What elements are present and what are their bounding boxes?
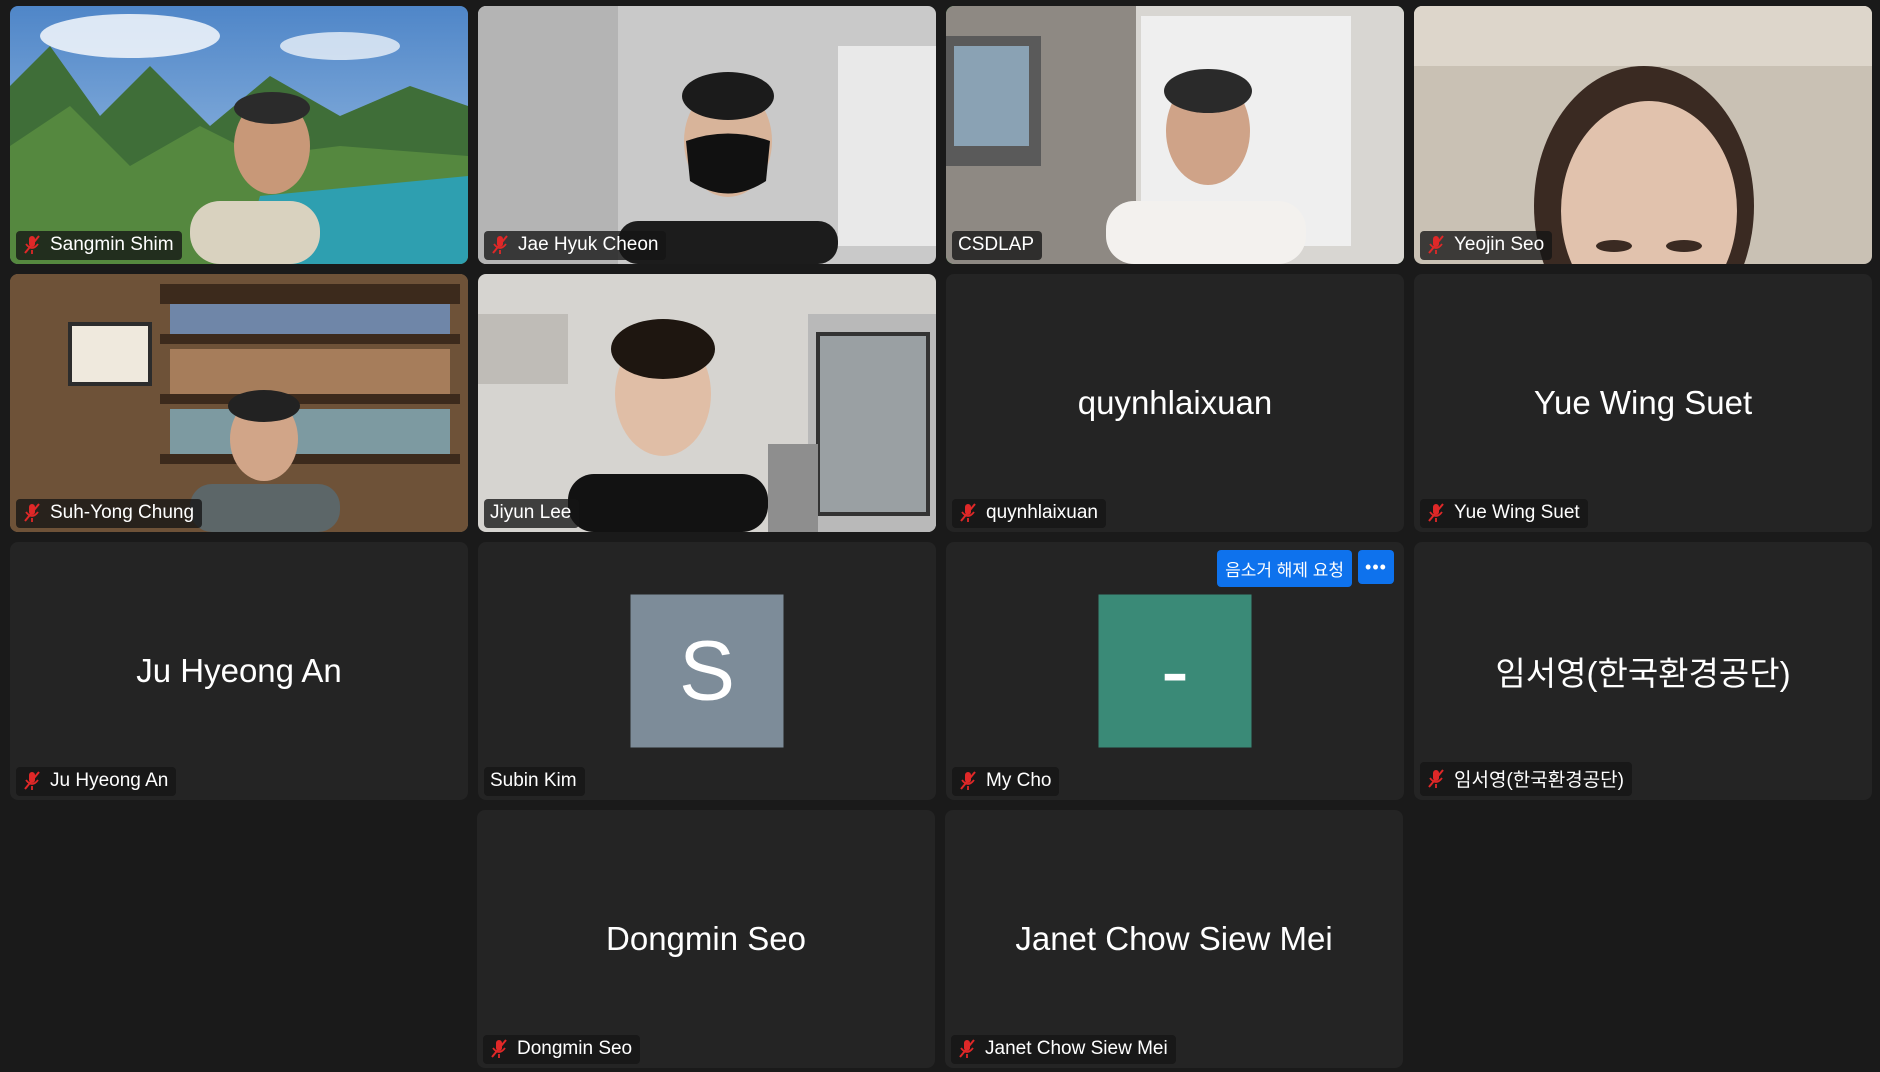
participant-name: Ju Hyeong An [50,770,169,791]
participant-tile[interactable]: 음소거 해제 요청 ••• - My Cho [946,542,1404,800]
participant-tile[interactable]: Sangmin Shim [10,6,468,264]
participant-name-label: Sangmin Shim [16,231,182,260]
participant-display-name: 임서영(한국환경공단) [1495,655,1791,692]
participant-name: Jae Hyuk Cheon [518,234,659,255]
avatar-initial: S [678,623,736,718]
video-feed [478,6,936,264]
video-feed [1414,6,1872,264]
participant-name-label: Ju Hyeong An [16,767,177,796]
participant-tile[interactable]: Suh-Yong Chung [10,274,468,532]
participant-name: Suh-Yong Chung [50,502,195,523]
video-feed [946,6,1404,264]
participant-name: quynhlaixuan [986,502,1098,523]
participant-name-label: 임서영(한국환경공단) [1420,762,1632,796]
participant-name: Subin Kim [490,770,577,791]
video-feed [10,274,468,532]
participant-tile[interactable]: Dongmin Seo Dongmin Seo [477,810,935,1068]
muted-mic-icon [492,235,508,254]
participant-name-label: Yue Wing Suet [1420,499,1588,528]
participant-tile[interactable]: Yeojin Seo [1414,6,1872,264]
muted-mic-icon [24,235,40,254]
participant-name-label: Jiyun Lee [484,499,580,528]
avatar: S [630,594,784,748]
avatar: - [1098,594,1252,748]
participant-name: Yue Wing Suet [1454,502,1580,523]
participant-name: My Cho [986,770,1052,791]
muted-mic-icon [960,503,976,522]
participant-tile[interactable]: S Subin Kim [478,542,936,800]
participant-name-label: My Cho [952,767,1060,796]
request-unmute-button[interactable]: 음소거 해제 요청 [1217,550,1352,587]
participant-tile[interactable]: quynhlaixuan quynhlaixuan [946,274,1404,532]
participant-name-label: Janet Chow Siew Mei [951,1035,1176,1064]
participant-display-name: quynhlaixuan [1077,384,1273,421]
avatar-initial: - [1161,623,1189,718]
participant-name: 임서영(한국환경공단) [1454,770,1624,791]
participant-display-name: Dongmin Seo [606,920,806,957]
video-feed [478,274,936,532]
more-options-button[interactable]: ••• [1358,550,1394,584]
participant-tile[interactable]: Ju Hyeong An Ju Hyeong An [10,542,468,800]
participant-tile-active-speaker[interactable]: CSDLAP [946,6,1404,264]
participant-name-label: quynhlaixuan [952,499,1106,528]
participant-name: CSDLAP [958,234,1035,255]
muted-mic-icon [960,771,976,790]
participant-name: Dongmin Seo [517,1038,633,1059]
participant-tile[interactable]: Yue Wing Suet Yue Wing Suet [1414,274,1872,532]
participant-tile[interactable]: Janet Chow Siew Mei Janet Chow Siew Mei [945,810,1403,1068]
participant-tile[interactable]: Jiyun Lee [478,274,936,532]
participant-tile[interactable]: Jae Hyuk Cheon [478,6,936,264]
participant-name-label: CSDLAP [952,231,1043,260]
participant-name-label: Yeojin Seo [1420,231,1553,260]
participant-name: Sangmin Shim [50,234,174,255]
participant-display-name: Yue Wing Suet [1533,384,1753,421]
participant-display-name: Ju Hyeong An [136,652,342,689]
participant-name: Janet Chow Siew Mei [985,1038,1168,1059]
video-feed [10,6,468,264]
muted-mic-icon [491,1039,507,1058]
participant-tile[interactable]: 임서영(한국환경공단) 임서영(한국환경공단) [1414,542,1872,800]
participant-name-label: Subin Kim [484,767,585,796]
muted-mic-icon [24,503,40,522]
muted-mic-icon [959,1039,975,1058]
muted-mic-icon [1428,503,1444,522]
participant-name: Jiyun Lee [490,502,572,523]
muted-mic-icon [1428,768,1444,788]
muted-mic-icon [1428,235,1444,254]
participant-name-label: Suh-Yong Chung [16,499,203,528]
participant-name-label: Jae Hyuk Cheon [484,231,667,260]
participant-name: Yeojin Seo [1454,234,1545,255]
participant-name-label: Dongmin Seo [483,1035,641,1064]
muted-mic-icon [24,771,40,790]
participant-display-name: Janet Chow Siew Mei [1015,920,1333,957]
